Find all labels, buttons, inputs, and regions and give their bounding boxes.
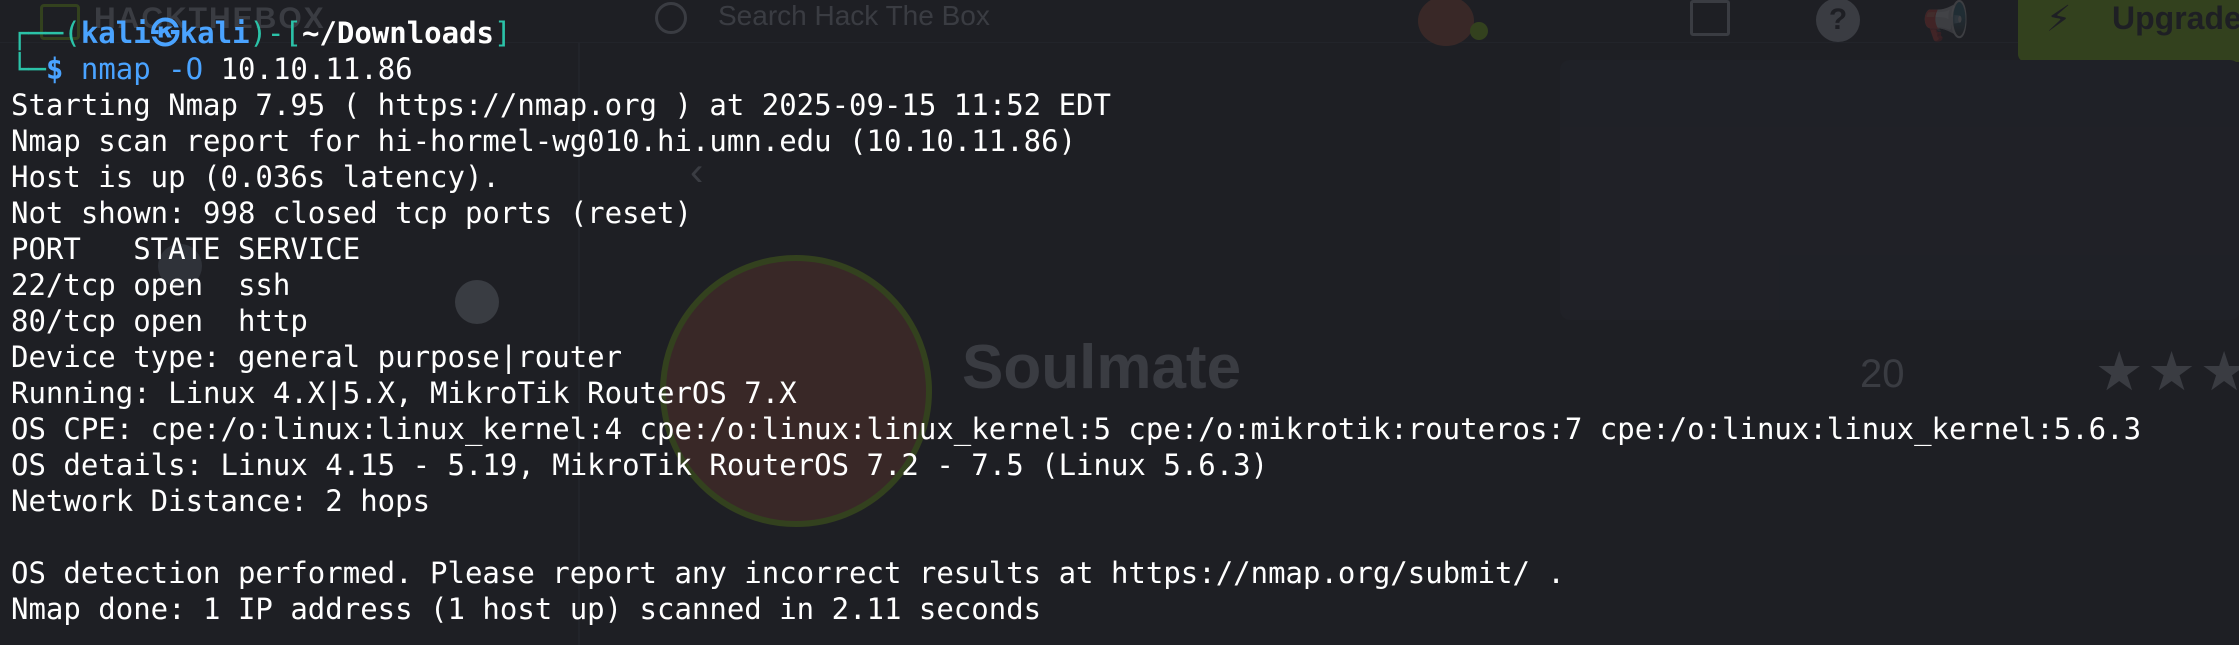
output-line: Starting Nmap 7.95 ( https://nmap.org ) …	[11, 88, 1111, 122]
output-line: OS CPE: cpe:/o:linux:linux_kernel:4 cpe:…	[11, 412, 2142, 446]
output-line: Nmap done: 1 IP address (1 host up) scan…	[11, 592, 1042, 626]
output-line: Network Distance: 2 hops	[11, 484, 431, 518]
output-line: 22/tcp open ssh	[11, 268, 291, 302]
output-line: Device type: general purpose|router	[11, 340, 623, 374]
prompt-user: kali	[80, 16, 151, 50]
output-line: Host is up (0.036s latency).	[11, 160, 500, 194]
prompt-corner-bottom: └─	[11, 52, 46, 86]
command-name: nmap	[80, 52, 151, 86]
prompt-host: kali	[179, 16, 250, 50]
output-line: Running: Linux 4.X|5.X, MikroTik RouterO…	[11, 376, 797, 410]
prompt-cwd: ~/Downloads	[301, 16, 494, 50]
command-line[interactable]: └─$ nmap -O 10.10.11.86	[11, 51, 413, 87]
prompt-corner-top: ┌──(	[11, 16, 81, 50]
kali-dragon-icon: ㉿	[150, 16, 180, 50]
prompt-header: ┌──(kali㉿kali)-[~/Downloads]	[11, 15, 511, 51]
prompt-close: ]	[494, 16, 512, 50]
prompt-dollar: $	[45, 52, 64, 86]
output-line: Not shown: 998 closed tcp ports (reset)	[11, 196, 692, 230]
prompt-mid: )-[	[249, 16, 302, 50]
screen: HACKTHEBOX Search Hack The Box ? 📢 ⚡ Upg…	[0, 0, 2239, 645]
terminal-window[interactable]: ┌──(kali㉿kali)-[~/Downloads] └─$ nmap -O…	[0, 0, 2239, 645]
command-flag: -O	[168, 52, 204, 86]
output-line: PORT STATE SERVICE	[11, 232, 361, 266]
output-line: OS details: Linux 4.15 - 5.19, MikroTik …	[11, 448, 1269, 482]
command-target: 10.10.11.86	[220, 52, 413, 86]
output-line: OS detection performed. Please report an…	[11, 556, 1565, 590]
output-line: Nmap scan report for hi-hormel-wg010.hi.…	[11, 124, 1077, 158]
output-line: 80/tcp open http	[11, 304, 308, 338]
